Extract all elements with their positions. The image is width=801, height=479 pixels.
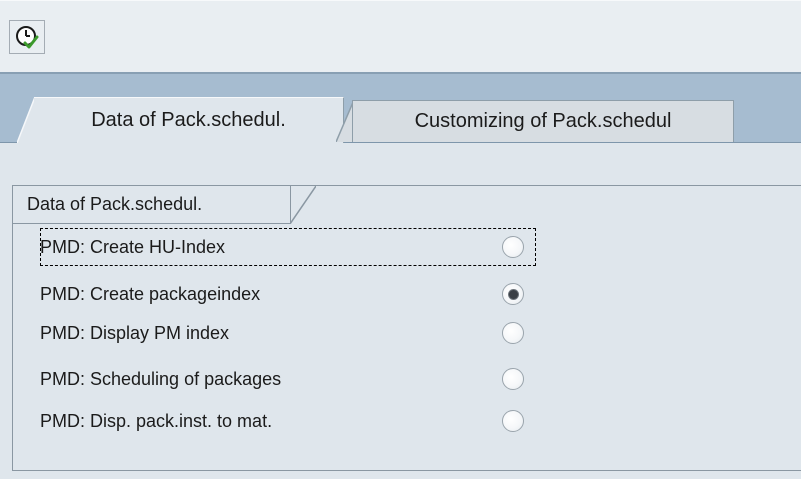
radio-disp-pack-inst-to-mat[interactable] <box>502 410 524 432</box>
option-label-create-hu-index: PMD: Create HU-Index <box>40 236 226 257</box>
radio-scheduling-of-packages[interactable] <box>502 368 524 390</box>
application-toolbar <box>0 0 801 73</box>
option-label-scheduling-of-packages: PMD: Scheduling of packages <box>40 368 282 389</box>
tab-customizing-of-pack-schedul[interactable]: Customizing of Pack.schedul <box>352 100 734 142</box>
option-label-display-pm-index: PMD: Display PM index <box>40 322 230 343</box>
execute-clock-check-icon <box>16 26 39 49</box>
tab-slant-decoration <box>17 97 35 143</box>
tab-label: Data of Pack.schedul. <box>91 109 286 131</box>
radio-display-pm-index[interactable] <box>502 322 524 344</box>
execute-button[interactable] <box>9 20 45 54</box>
option-label-disp-pack-inst-to-mat: PMD: Disp. pack.inst. to mat. <box>40 410 273 431</box>
tab-data-of-pack-schedul[interactable]: Data of Pack.schedul. <box>34 97 344 143</box>
group-title: Data of Pack.schedul. <box>13 186 291 224</box>
tab-label: Customizing of Pack.schedul <box>414 110 672 132</box>
radio-create-hu-index[interactable] <box>502 236 524 258</box>
radio-create-packageindex[interactable] <box>502 283 524 305</box>
group-title-slant <box>290 186 316 224</box>
option-label-create-packageindex: PMD: Create packageindex <box>40 283 261 304</box>
